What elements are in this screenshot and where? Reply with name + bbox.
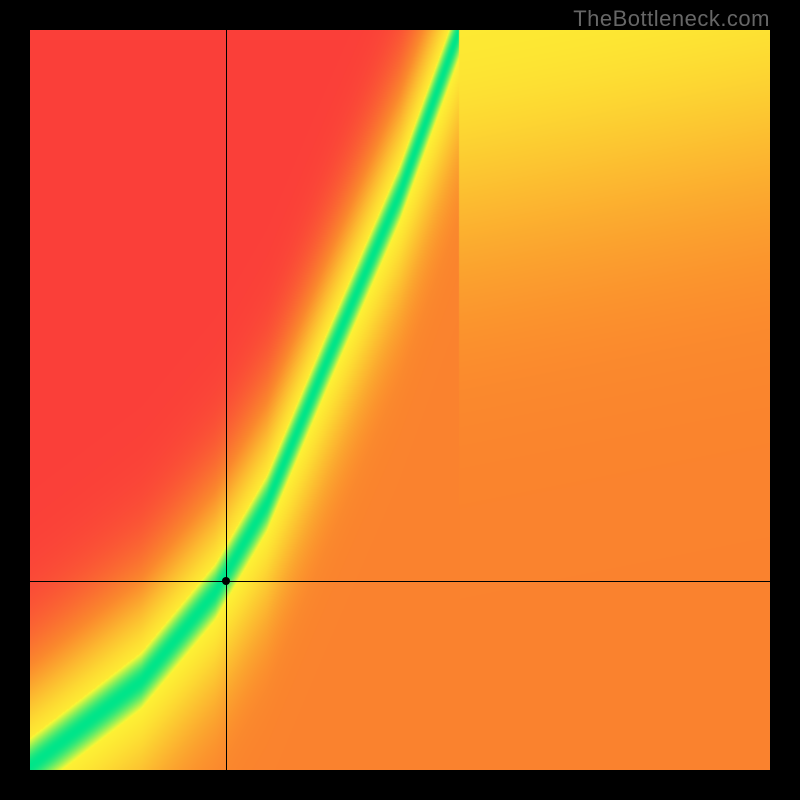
crosshair-horizontal [30,581,770,582]
selection-marker [222,577,230,585]
watermark-text: TheBottleneck.com [573,6,770,32]
bottleneck-heatmap [30,30,770,770]
crosshair-vertical [226,30,227,770]
chart-stage: TheBottleneck.com [0,0,800,800]
